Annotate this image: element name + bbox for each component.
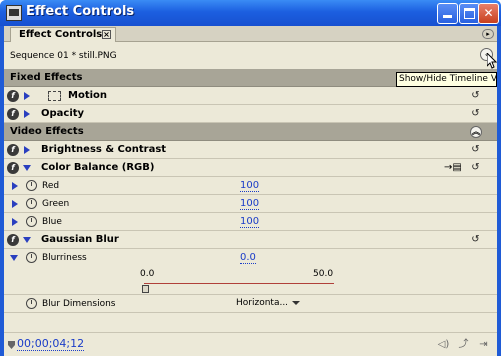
property-value[interactable]: 0.0	[240, 252, 256, 264]
fx-toggle-icon[interactable]: f	[7, 234, 19, 246]
fx-toggle-icon[interactable]: f	[7, 162, 19, 174]
setup-dialog-icon[interactable]: →▤	[444, 162, 462, 173]
stopwatch-icon[interactable]	[26, 298, 37, 309]
expand-icon[interactable]	[24, 110, 30, 118]
tab-close-icon[interactable]: ×	[102, 30, 111, 39]
tab-effect-controls[interactable]: Effect Controls ×	[10, 27, 116, 42]
property-value[interactable]: 100	[240, 198, 260, 210]
tab-strip: Effect Controls × ▸	[4, 26, 497, 42]
chevron-down-icon	[292, 300, 301, 305]
effect-name: Brightness & Contrast	[41, 144, 167, 155]
video-effects-label: Video Effects	[10, 126, 84, 137]
footer-bar: 00;00;04;12 ◁) ⤴ ⇥	[4, 332, 497, 356]
fixed-effects-label: Fixed Effects	[10, 72, 83, 83]
sequence-bar: Sequence 01 * still.PNG ‹	[4, 43, 497, 69]
collapse-effect-icon[interactable]	[23, 237, 31, 243]
export-icon[interactable]: ⇥	[477, 339, 490, 350]
sequence-label: Sequence 01 * still.PNG	[10, 51, 117, 61]
slider-max-label: 50.0	[313, 269, 334, 279]
expand-icon[interactable]	[12, 200, 18, 208]
effect-row-gaussian-blur[interactable]: f Gaussian Blur ↺	[4, 231, 497, 249]
video-effects-header: Video Effects ︽	[4, 123, 497, 141]
window-title: Effect Controls	[26, 4, 135, 19]
fx-toggle-icon[interactable]: f	[7, 90, 19, 102]
effect-name: Opacity	[41, 108, 85, 119]
property-row-blur-dimensions[interactable]: Blur Dimensions Horizonta...	[4, 295, 497, 313]
slider-thumb[interactable]	[142, 285, 149, 293]
blur-dimensions-dropdown[interactable]: Horizonta...	[236, 298, 301, 308]
playhead-icon	[8, 341, 15, 349]
property-value[interactable]: 100	[240, 180, 260, 192]
blurriness-slider-area: 0.0 50.0	[4, 267, 497, 295]
slider-track[interactable]	[144, 283, 334, 284]
expand-icon[interactable]	[24, 146, 30, 154]
property-label: Blue	[42, 217, 62, 227]
stopwatch-icon[interactable]	[26, 180, 37, 191]
effect-row-opacity[interactable]: f Opacity ↺	[4, 105, 497, 123]
maximize-icon	[464, 8, 475, 19]
property-row-blurriness[interactable]: Blurriness 0.0	[4, 249, 497, 267]
effect-row-color-balance[interactable]: f Color Balance (RGB) →▤ ↺	[4, 159, 497, 177]
dropdown-value: Horizonta...	[236, 298, 289, 308]
effect-row-motion[interactable]: f Motion ↺	[4, 87, 497, 105]
minimize-icon	[443, 15, 452, 18]
property-row-green[interactable]: Green 100	[4, 195, 497, 213]
effect-row-brightness-contrast[interactable]: f Brightness & Contrast ↺	[4, 141, 497, 159]
stopwatch-icon[interactable]	[26, 252, 37, 263]
fx-toggle-icon[interactable]: f	[7, 108, 19, 120]
stopwatch-icon[interactable]	[26, 216, 37, 227]
expand-icon[interactable]	[12, 218, 18, 226]
property-value[interactable]: 100	[240, 216, 260, 228]
app-icon	[6, 5, 22, 21]
tooltip: Show/Hide Timeline View	[396, 72, 497, 87]
maximize-button[interactable]	[459, 3, 480, 24]
play-audio-icon[interactable]: ◁)	[437, 339, 450, 350]
transform-icon[interactable]	[48, 91, 61, 101]
stopwatch-icon[interactable]	[26, 198, 37, 209]
panel-menu-icon[interactable]: ▸	[482, 29, 494, 39]
reset-icon[interactable]: ↺	[470, 90, 481, 101]
collapse-effect-icon[interactable]	[23, 165, 31, 171]
close-window-button[interactable]: ✕	[478, 3, 499, 24]
property-row-red[interactable]: Red 100	[4, 177, 497, 195]
panel-body: Effect Controls × ▸ Sequence 01 * still.…	[4, 26, 497, 356]
property-row-blue[interactable]: Blue 100	[4, 213, 497, 231]
fx-toggle-icon[interactable]: f	[7, 144, 19, 156]
reset-icon[interactable]: ↺	[470, 234, 481, 245]
minimize-button[interactable]	[437, 3, 458, 24]
expand-icon[interactable]	[24, 92, 30, 100]
reset-icon[interactable]: ↺	[470, 108, 481, 119]
effect-name: Color Balance (RGB)	[41, 162, 155, 173]
effect-name: Gaussian Blur	[41, 234, 119, 245]
reset-icon[interactable]: ↺	[470, 162, 481, 173]
collapse-property-icon[interactable]	[10, 255, 18, 261]
property-label: Blurriness	[42, 253, 87, 263]
property-label: Red	[42, 181, 60, 191]
collapse-icon[interactable]: ︽	[470, 126, 482, 138]
reset-icon[interactable]: ↺	[470, 144, 481, 155]
property-label: Green	[42, 199, 70, 209]
effect-controls-window: Effect Controls ✕ Effect Controls × ▸ Se…	[0, 0, 501, 356]
timecode-display[interactable]: 00;00;04;12	[17, 338, 85, 351]
mouse-cursor-icon	[487, 53, 497, 69]
tab-label: Effect Controls	[19, 29, 103, 40]
loop-icon[interactable]: ⤴	[457, 339, 470, 350]
property-label: Blur Dimensions	[42, 299, 116, 309]
slider-min-label: 0.0	[140, 269, 155, 279]
expand-icon[interactable]	[12, 182, 18, 190]
title-bar[interactable]: Effect Controls ✕	[0, 0, 501, 26]
effect-name: Motion	[68, 90, 108, 101]
